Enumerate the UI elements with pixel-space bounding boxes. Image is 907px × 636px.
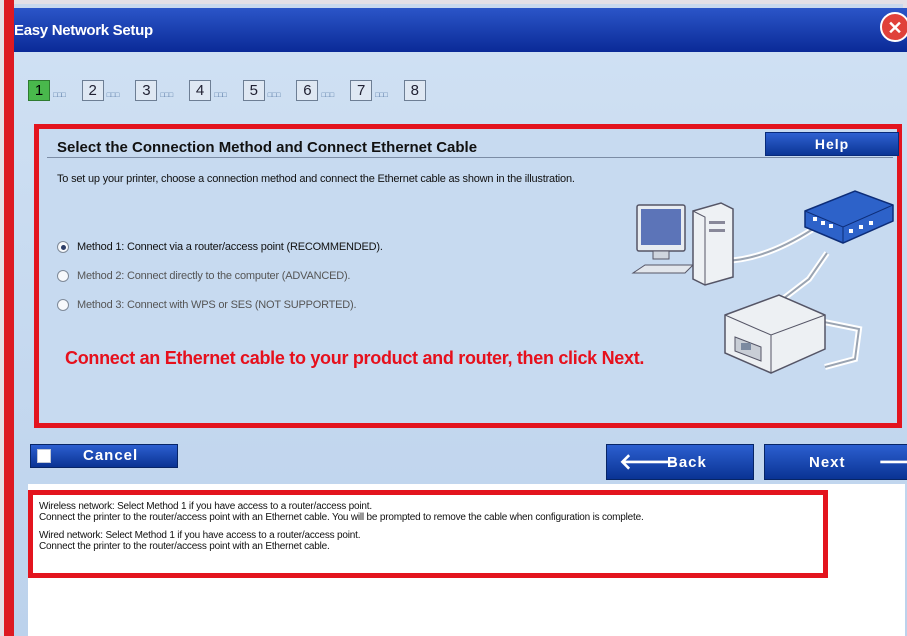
method-3-option[interactable]: Method 3: Connect with WPS or SES (NOT S… (57, 299, 357, 311)
cancel-label: Cancel (83, 447, 139, 464)
step-1: 1 □□□ (28, 80, 76, 101)
method-2-label: Method 2: Connect directly to the comput… (77, 270, 351, 282)
back-label: Back (667, 454, 707, 471)
method-1-radio[interactable] (57, 241, 69, 253)
cancel-checkbox[interactable] (37, 449, 51, 463)
panel-description: To set up your printer, choose a connect… (57, 173, 575, 185)
window-title: Easy Network Setup (14, 22, 153, 39)
step-5: 5 □□□ (242, 80, 291, 101)
connection-method-panel: Select the Connection Method and Connect… (34, 124, 902, 428)
cancel-button[interactable]: Cancel (30, 444, 178, 468)
network-illustration (631, 190, 894, 374)
dialog-content: 1 □□□ 2 □□□ 3 □□□ 4 □□□ 5 □□□ 6 □□□ 7 □□… (14, 52, 907, 636)
wired-info: Wired network: Select Method 1 if you ha… (39, 530, 361, 552)
back-button[interactable]: 🡐 Back (606, 444, 754, 480)
step-2: 2 □□□ (81, 80, 130, 101)
window-left-border (4, 0, 14, 636)
arrow-right-icon: 🡒 (878, 449, 907, 475)
computer-monitor-icon (631, 204, 695, 274)
connect-instruction: Connect an Ethernet cable to your produc… (65, 348, 645, 368)
info-area: Wireless network: Select Method 1 if you… (28, 484, 905, 636)
info-box: Wireless network: Select Method 1 if you… (28, 490, 828, 578)
step-4: 4 □□□ (189, 80, 237, 101)
wireless-info: Wireless network: Select Method 1 if you… (39, 501, 644, 523)
method-1-option[interactable]: Method 1: Connect via a router/access po… (57, 241, 383, 253)
method-1-label: Method 1: Connect via a router/access po… (77, 241, 383, 253)
method-2-option[interactable]: Method 2: Connect directly to the comput… (57, 270, 350, 282)
computer-tower-icon (692, 202, 734, 286)
next-label: Next (809, 454, 846, 471)
step-indicator: 1 □□□ 2 □□□ 3 □□□ 4 □□□ 5 □□□ 6 □□□ 7 □□… (28, 80, 426, 101)
step-8: 8 (403, 80, 426, 101)
next-button[interactable]: Next 🡒 (764, 444, 907, 480)
title-bar: Easy Network Setup (14, 8, 907, 52)
panel-header: Select the Connection Method and Connect… (47, 132, 899, 158)
help-button[interactable]: Help (765, 132, 899, 156)
method-2-radio[interactable] (57, 270, 69, 282)
printer-icon (724, 294, 826, 374)
router-icon (804, 190, 894, 244)
step-6: 6 □□□ (296, 80, 344, 101)
step-3: 3 □□□ (135, 80, 183, 101)
method-3-radio[interactable] (57, 299, 69, 311)
method-3-label: Method 3: Connect with WPS or SES (NOT S… (77, 299, 357, 311)
step-7: 7 □□□ (350, 80, 398, 101)
panel-title: Select the Connection Method and Connect… (57, 139, 478, 156)
close-icon[interactable]: ✕ (880, 12, 907, 42)
